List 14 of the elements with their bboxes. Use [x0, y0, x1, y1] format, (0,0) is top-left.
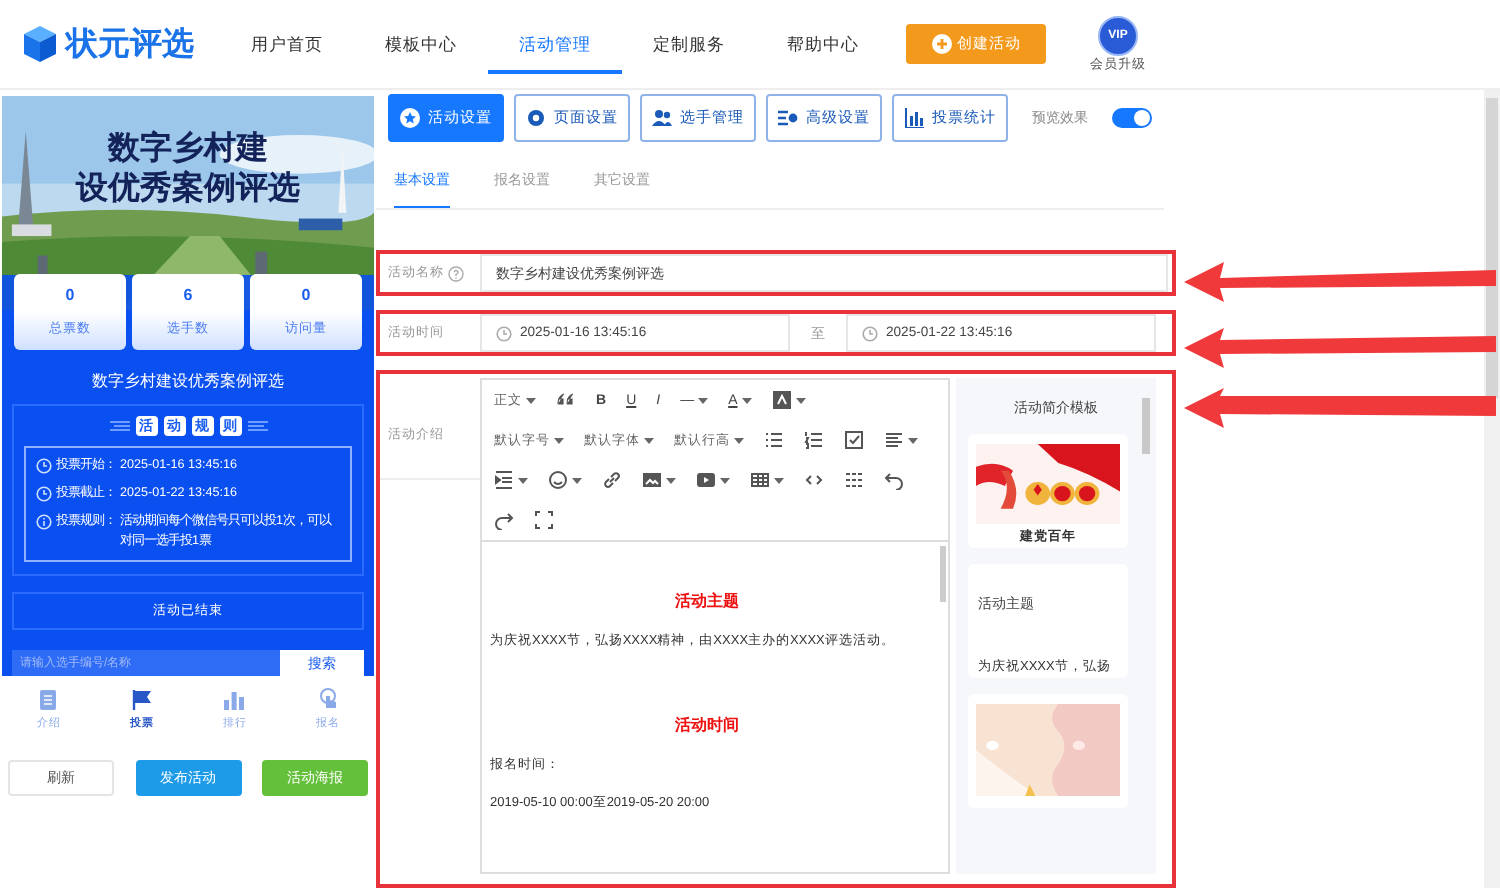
- activity-title: 数字乡村建设优秀案例评选: [90, 370, 286, 392]
- stat-value: 0: [301, 286, 311, 304]
- content-heading: 活动主题: [673, 590, 741, 612]
- nav-link[interactable]: 模板中心: [354, 14, 488, 74]
- logo-text[interactable]: 状元评选: [66, 23, 194, 65]
- nav-link[interactable]: 用户首页: [220, 14, 354, 74]
- content-heading: 活动时间: [673, 714, 741, 736]
- banner-title: 设优秀案例评选: [76, 170, 300, 210]
- stat-value: 6: [183, 286, 193, 304]
- stat-value: 0: [65, 286, 75, 304]
- nav-link[interactable]: 定制服务: [622, 14, 756, 74]
- banner-title: 数字乡村建: [108, 130, 268, 170]
- nav-link[interactable]: 帮助中心: [756, 14, 890, 74]
- nav-link[interactable]: 活动管理: [488, 14, 622, 74]
